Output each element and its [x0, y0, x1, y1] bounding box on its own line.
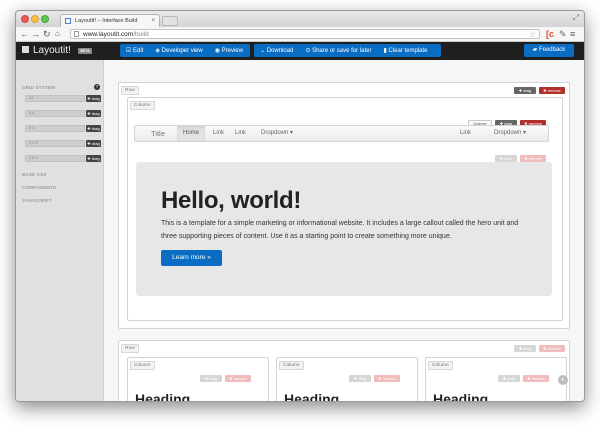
tab-strip: LayoutIt! – Interface Build × ⤢	[16, 11, 584, 27]
extension-icon[interactable]: [c	[546, 28, 554, 40]
column-drag-button[interactable]: ✚ drag	[349, 375, 371, 382]
column-drag-button[interactable]: ✚ drag	[200, 375, 222, 382]
layout-column[interactable]: Column ✚ drag ✖ remove Heading	[127, 357, 269, 402]
navbar-title[interactable]: Title	[151, 126, 165, 141]
column-label: Column	[279, 361, 304, 370]
share-button[interactable]: ⊙ Share or save for later	[299, 47, 377, 54]
app-navbar: Layoutit! BETA ☑ Edit ◈ Developer view ◉…	[16, 42, 584, 60]
help-icon[interactable]: ?	[94, 84, 100, 90]
column-label: Column	[130, 101, 155, 110]
column-remove-button[interactable]: ✖ remove	[374, 375, 400, 382]
javascript-header[interactable]: JAVASCRIPT	[22, 198, 52, 203]
nav-link[interactable]: Link	[213, 126, 224, 141]
drag-button[interactable]: ✚ drag	[86, 155, 101, 162]
scroll-handle-icon[interactable]: ◐	[558, 375, 568, 385]
brand-logo[interactable]: Layoutit!	[22, 45, 71, 57]
learn-more-button[interactable]: Learn more »	[161, 250, 222, 266]
close-window-button[interactable]	[21, 15, 29, 23]
tab-title: LayoutIt! – Interface Build	[75, 18, 138, 24]
grid-input-8-4[interactable]: 8 4	[25, 125, 85, 132]
row-remove-button[interactable]: ✖ remove	[539, 87, 565, 94]
components-header[interactable]: COMPONENTS	[22, 185, 56, 190]
column-label: Column	[428, 361, 453, 370]
layout-row-2[interactable]: Row ✚ drag ✖ remove Column ✚ drag ✖ remo…	[118, 340, 570, 402]
beta-badge: BETA	[78, 48, 92, 54]
menu-icon[interactable]: ≡	[570, 28, 575, 40]
column-remove-button[interactable]: ✖ remove	[225, 375, 251, 382]
logo-square-icon	[22, 46, 29, 53]
layout-column[interactable]: Column ✚ drag ✖ remove Heading	[276, 357, 418, 402]
hero-heading: Hello, world!	[161, 187, 302, 214]
minimize-window-button[interactable]	[31, 15, 39, 23]
drag-button[interactable]: ✚ drag	[86, 125, 101, 132]
column-heading: Heading	[433, 391, 489, 402]
action-button-group: ⌄ Download ⊙ Share or save for later ▮ C…	[254, 44, 441, 57]
reload-icon[interactable]: ↻	[43, 28, 51, 40]
new-tab-button[interactable]	[162, 16, 178, 26]
hero-remove-button[interactable]: ✖ remove	[520, 155, 546, 162]
download-button[interactable]: ⌄ Download	[254, 47, 299, 54]
nav-dropdown[interactable]: Dropdown ▾	[261, 126, 293, 141]
base-css-header[interactable]: BASE CSS	[22, 172, 47, 177]
feedback-label: Feedback	[538, 47, 566, 53]
row-remove-button[interactable]: ✖ remove	[539, 345, 565, 352]
fullscreen-icon[interactable]: ⤢	[573, 13, 579, 23]
column-drag-button[interactable]: ✚ drag	[498, 375, 520, 382]
brand-name: Layoutit!	[33, 45, 71, 56]
hero-unit: Hello, world! This is a template for a s…	[136, 162, 552, 296]
forward-icon[interactable]: →	[31, 28, 40, 40]
drag-button[interactable]: ✚ drag	[86, 95, 101, 102]
row-label: Row	[121, 86, 139, 95]
grid-input-12[interactable]: 12	[25, 95, 85, 102]
sidebar: GRID SYSTEM ? 12 ✚ drag 6 6 ✚ drag 8 4 ✚…	[16, 60, 104, 401]
favicon-icon	[65, 18, 71, 24]
url-host: www.layoutit.com	[83, 31, 134, 38]
nav-dropdown-right[interactable]: Dropdown ▾	[494, 126, 526, 141]
home-icon[interactable]: ⌂	[55, 28, 60, 40]
page-icon	[74, 31, 79, 37]
nav-link-right[interactable]: Link	[460, 126, 471, 141]
nav-link[interactable]: Link	[235, 126, 246, 141]
bookmark-star-icon[interactable]: ☆	[529, 30, 536, 39]
view-button-group: ☑ Edit ◈ Developer view ◉ Preview	[120, 44, 250, 57]
browser-window: LayoutIt! – Interface Build × ⤢ ← → ↻ ⌂ …	[15, 10, 585, 402]
browser-tab[interactable]: LayoutIt! – Interface Build ×	[60, 14, 160, 27]
column-label: Column	[130, 361, 155, 370]
layout-column[interactable]: Column ✚ drag ✖ remove Heading ◐	[425, 357, 568, 402]
column-heading: Heading	[135, 391, 191, 402]
row-drag-button[interactable]: ✚ drag	[514, 87, 536, 94]
column-remove-button[interactable]: ✖ remove	[523, 375, 549, 382]
address-bar[interactable]: www.layoutit.com/build ☆	[70, 29, 540, 39]
drag-button[interactable]: ✚ drag	[86, 110, 101, 117]
preview-button[interactable]: ◉ Preview	[209, 47, 249, 54]
hero-drag-button[interactable]: ✚ drag	[495, 155, 517, 162]
browser-toolbar: ← → ↻ ⌂ www.layoutit.com/build ☆ [c ✎ ≡	[16, 27, 584, 42]
grid-input-2-6-4[interactable]: 2 6 4	[25, 155, 85, 162]
tab-close-icon[interactable]: ×	[151, 15, 155, 27]
grid-system-header[interactable]: GRID SYSTEM	[22, 85, 55, 90]
grid-input-6-6[interactable]: 6 6	[25, 110, 85, 117]
column-heading: Heading	[284, 391, 340, 402]
drag-button[interactable]: ✚ drag	[86, 140, 101, 147]
grid-input-4-4-4[interactable]: 4 4 4	[25, 140, 85, 147]
row-drag-button[interactable]: ✚ drag	[514, 345, 536, 352]
edit-button[interactable]: ☑ Edit	[120, 47, 149, 54]
hero-text: This is a template for a simple marketin…	[161, 220, 519, 240]
preview-navbar: Title Home Link Link Dropdown ▾ Link Dro…	[134, 125, 549, 142]
nav-home[interactable]: Home	[177, 126, 206, 141]
url-path: /build	[133, 31, 149, 38]
developer-view-button[interactable]: ◈ Developer view	[149, 47, 208, 54]
feedback-button[interactable]: ▰ Feedback	[524, 44, 574, 57]
clear-template-button[interactable]: ▮ Clear template	[377, 47, 433, 54]
back-icon[interactable]: ←	[20, 28, 29, 40]
zoom-window-button[interactable]	[41, 15, 49, 23]
wrench-icon[interactable]: ✎	[559, 28, 567, 40]
row-label: Row	[121, 344, 139, 353]
